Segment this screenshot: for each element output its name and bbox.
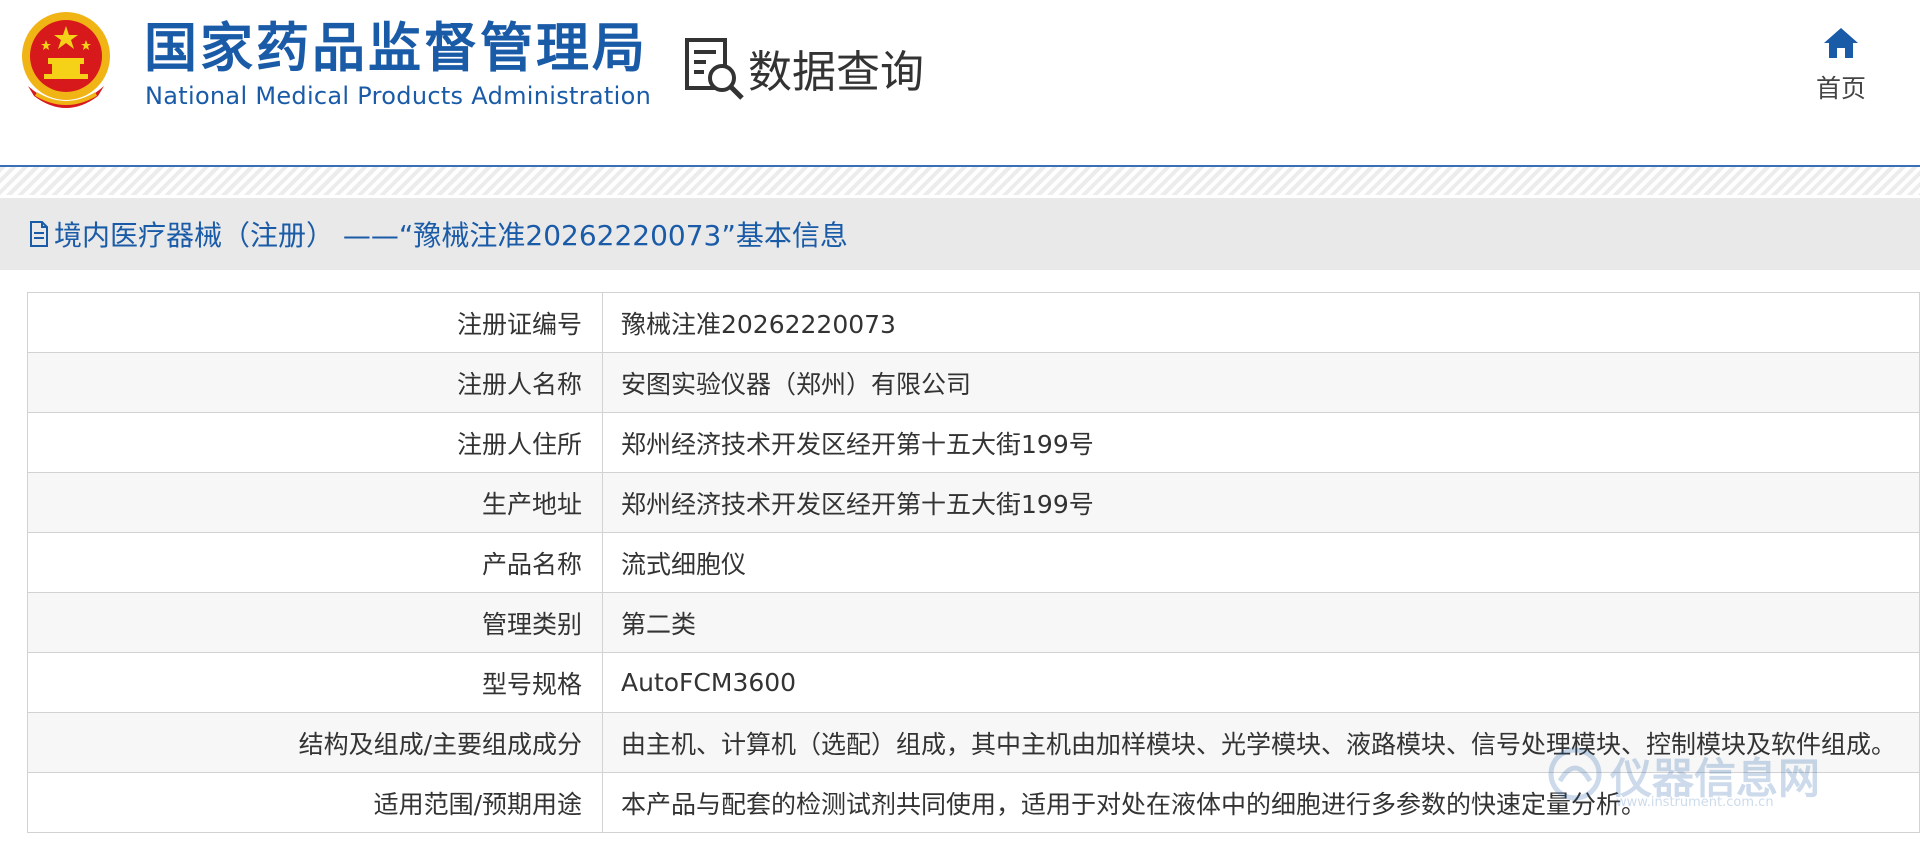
decorative-stripe (0, 167, 1920, 195)
info-title-text: 境内医疗器械（注册） ——“豫械注准20262220073”基本信息 (54, 219, 848, 252)
table-row: 结构及组成/主要组成成分 由主机、计算机（选配）组成，其中主机由加样模块、光学模块… (27, 712, 1920, 773)
document-icon (30, 221, 48, 247)
home-icon (1824, 28, 1858, 58)
table-row: 注册人住所 郑州经济技术开发区经开第十五大街199号 (27, 412, 1920, 473)
home-link[interactable]: 首页 (1808, 26, 1874, 105)
table-row: 注册人名称 安图实验仪器（郑州）有限公司 (27, 352, 1920, 413)
home-label: 首页 (1815, 74, 1866, 103)
row-label: 注册人名称 (27, 352, 603, 413)
site-title-en: National Medical Products Administration (145, 82, 652, 110)
row-value: 郑州经济技术开发区经开第十五大街199号 (602, 412, 1920, 473)
data-query-label: 数据查询 (748, 47, 924, 98)
info-title: 境内医疗器械（注册） ——“豫械注准20262220073”基本信息 (28, 198, 848, 270)
table-row: 产品名称 流式细胞仪 (27, 532, 1920, 593)
national-emblem-icon (22, 12, 110, 108)
site-header: 国家药品监督管理局 National Medical Products Admi… (0, 0, 1920, 166)
row-value: 豫械注准20262220073 (602, 292, 1920, 353)
info-title-bar: 境内医疗器械（注册） ——“豫械注准20262220073”基本信息 (0, 198, 1920, 270)
row-label: 结构及组成/主要组成成分 (27, 712, 603, 773)
site-title-cn: 国家药品监督管理局 (144, 18, 648, 79)
row-label: 注册人住所 (27, 412, 603, 473)
row-label: 型号规格 (27, 652, 603, 713)
row-value: 流式细胞仪 (602, 532, 1920, 593)
document-search-icon (685, 38, 744, 100)
row-value: 安图实验仪器（郑州）有限公司 (602, 352, 1920, 413)
row-value: 郑州经济技术开发区经开第十五大街199号 (602, 472, 1920, 533)
table-row: 生产地址 郑州经济技术开发区经开第十五大街199号 (27, 472, 1920, 533)
data-query-heading: 数据查询 (684, 36, 924, 100)
row-label: 注册证编号 (27, 292, 603, 353)
row-value: 第二类 (602, 592, 1920, 653)
row-label: 生产地址 (27, 472, 603, 533)
row-value: AutoFCM3600 (602, 652, 1920, 713)
row-label: 产品名称 (27, 532, 603, 593)
device-info-table: 注册证编号 豫械注准20262220073 注册人名称 安图实验仪器（郑州）有限公司注… (27, 292, 1920, 833)
row-value: 本产品与配套的检测试剂共同使用，适用于对处在液体中的细胞进行多参数的快速定量分析… (602, 772, 1920, 833)
table-row: 适用范围/预期用途 本产品与配套的检测试剂共同使用，适用于对处在液体中的细胞进行多… (27, 772, 1920, 833)
table-row: 管理类别 第二类 (27, 592, 1920, 653)
row-label: 管理类别 (27, 592, 603, 653)
row-value: 由主机、计算机（选配）组成，其中主机由加样模块、光学模块、液路模块、信号处理模块… (602, 712, 1920, 773)
row-label: 适用范围/预期用途 (27, 772, 603, 833)
table-row: 型号规格 AutoFCM3600 (27, 652, 1920, 713)
table-row: 注册证编号 豫械注准20262220073 (27, 292, 1920, 353)
